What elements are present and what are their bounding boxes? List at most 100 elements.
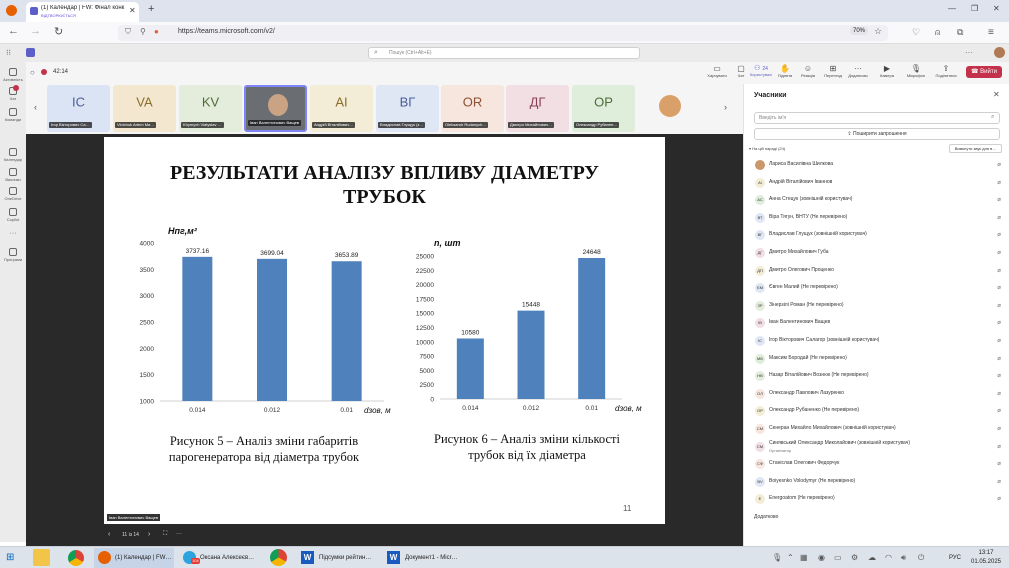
tray-apps-icon[interactable]: ▦ xyxy=(800,548,808,568)
firefox-icon[interactable] xyxy=(6,5,17,16)
taskbar-firefox[interactable]: (1) Календар | FW… xyxy=(94,548,174,568)
taskbar-telegram[interactable]: 104 Оксана Алексеєв… xyxy=(179,548,259,568)
more-options-icon[interactable]: ··· xyxy=(965,48,973,57)
chrome-alt-icon[interactable] xyxy=(270,549,287,566)
participant-row[interactable]: СМ Сенеран Михайло Михайлович (зовнішній … xyxy=(752,421,1007,438)
onedrive-tray-icon[interactable]: ☁ xyxy=(868,548,876,568)
chrome-icon[interactable] xyxy=(68,550,84,566)
rail-activity[interactable]: Активність xyxy=(0,68,26,82)
pocket-icon[interactable]: ♡ xyxy=(912,27,920,38)
leave-button[interactable]: ☎ Вийти xyxy=(966,66,1002,78)
participant-tile[interactable]: VA Vinichuk Artem Ma… xyxy=(113,85,176,132)
battery-icon[interactable]: ▭ xyxy=(834,548,842,568)
rail-onedrive[interactable]: OneDrive xyxy=(0,187,26,201)
mic-muted-icon[interactable]: ⌀ xyxy=(997,179,1001,186)
toolbar-people[interactable]: ⚇ 24 Користувачі xyxy=(748,64,774,77)
participant-row[interactable]: ДП Дмитро Олегович Проценко ⌀ xyxy=(752,263,1007,280)
mute-all-button[interactable]: Вимкнути звук для в… xyxy=(949,144,1002,153)
participant-row[interactable]: ОР Олександр Рубаненко (Не перевірено) ⌀ xyxy=(752,403,1007,420)
extensions-icon[interactable]: ⧉ xyxy=(957,27,963,38)
mic-muted-icon[interactable]: ⌀ xyxy=(997,267,1001,274)
microphone-indicator-icon[interactable]: ● xyxy=(154,27,159,36)
toolbar-camera[interactable]: ▶ Камера xyxy=(877,64,897,78)
rail-more-icon[interactable]: ··· xyxy=(0,230,26,237)
tray-misc-icon[interactable]: ⚙ xyxy=(851,548,858,568)
toolbar-left-share[interactable]: ▭ Харчувати xyxy=(707,64,727,78)
more-slide-options-icon[interactable]: ··· xyxy=(176,531,182,537)
mic-muted-icon[interactable]: ⌀ xyxy=(997,425,1001,432)
participant-row[interactable]: Лариса Василівна Шилкова ⌀ xyxy=(752,157,1007,174)
taskbar-word2[interactable]: W Документ1 - Micr… xyxy=(384,548,464,568)
participant-row[interactable]: ДГ Дмитро Михайлович Губа ⌀ xyxy=(752,245,1007,262)
participant-row[interactable]: E Energoatom (Не перевірено) ⌀ xyxy=(752,491,1007,508)
toolbar-react[interactable]: ☺ Реакція xyxy=(797,64,819,78)
participant-row[interactable]: ОЛ Олександр Павлович Лазуренко ⌀ xyxy=(752,386,1007,403)
mic-tray-icon[interactable]: 🎙︎ xyxy=(772,548,782,568)
participant-row[interactable]: АС Анна Стецук (зовнішній користувач) ⌀ xyxy=(752,192,1007,209)
zoom-level[interactable]: 70% xyxy=(850,27,869,35)
permissions-icon[interactable]: ⚲ xyxy=(140,27,146,36)
mic-muted-icon[interactable]: ⌀ xyxy=(997,443,1001,450)
taskbar-word1[interactable]: W Підсумки рейтин… xyxy=(298,548,380,568)
participant-row[interactable]: BV Boiyesnko Volodymyr (Не перевірено) ⌀ xyxy=(752,474,1007,491)
reload-icon[interactable]: ↻ xyxy=(54,25,63,38)
rail-copilot[interactable]: Copilot xyxy=(0,208,26,222)
language-indicator[interactable]: РУС xyxy=(949,548,961,568)
account-icon[interactable]: ⍝ xyxy=(935,27,940,38)
back-icon[interactable]: ← xyxy=(8,25,19,37)
search-input[interactable]: ⌕ Пошук (Ctrl+Alt+E) xyxy=(368,47,640,59)
participant-tile[interactable]: ІС Ігор Вікторович Са… xyxy=(47,85,110,132)
participant-row[interactable]: ІС Ігор Вікторович Салагор (зовнішній кор… xyxy=(752,333,1007,350)
toolbar-mic[interactable]: 🎙︎ Мікрофон xyxy=(905,64,927,78)
participant-tile[interactable]: ДГ Дмитро Михайлович… xyxy=(506,85,569,132)
mic-muted-icon[interactable]: ⌀ xyxy=(997,302,1001,309)
rail-calls[interactable]: Виклики xyxy=(0,168,26,182)
mic-muted-icon[interactable]: ⌀ xyxy=(997,337,1001,344)
share-invite-button[interactable]: ⇪ Поширити запрошення xyxy=(754,128,1000,140)
participant-tile[interactable] xyxy=(639,85,702,132)
rail-calendar[interactable]: Календар xyxy=(0,148,26,162)
participant-row[interactable]: ІВ Іван Валентинович Ващев ⌀ xyxy=(752,315,1007,332)
mic-muted-icon[interactable]: ⌀ xyxy=(997,231,1001,238)
mic-muted-icon[interactable]: ⌀ xyxy=(997,319,1001,326)
participant-row[interactable]: СМ Синявський Олександр Миколайович (зовн… xyxy=(752,439,1007,456)
apps-grid-icon[interactable]: ⁝⁝ xyxy=(6,48,11,57)
address-bar[interactable]: ⛉ ⚲ ● https://teams.microsoft.com/v2/ 70… xyxy=(118,25,888,41)
participant-tile[interactable]: KV Khymych Viatyslav … xyxy=(179,85,242,132)
user-avatar[interactable] xyxy=(994,47,1005,58)
tray-chevron-icon[interactable]: ⌃ xyxy=(787,548,794,568)
mic-muted-icon[interactable]: ⌀ xyxy=(997,284,1001,291)
toolbar-share[interactable]: ⇪ Поділитися xyxy=(933,64,959,78)
participant-tile[interactable]: OP Олександр Рубанен… xyxy=(572,85,635,132)
participant-row[interactable]: СФ Станіслав Олегович Федорчук ⌀ xyxy=(752,456,1007,473)
participant-row[interactable]: НВ Назар Віталійович Вознюк (Не перевірен… xyxy=(752,368,1007,385)
mic-muted-icon[interactable]: ⌀ xyxy=(997,407,1001,414)
mic-muted-icon[interactable]: ⌀ xyxy=(997,355,1001,362)
rail-apps[interactable]: Програми xyxy=(0,248,26,262)
scroll-right-icon[interactable]: › xyxy=(724,102,727,112)
scroll-left-icon[interactable]: ‹ xyxy=(34,102,37,112)
participant-row[interactable]: ВГ Владислав Глущук (зовнішній користувач… xyxy=(752,227,1007,244)
participant-row[interactable]: AI Андрій Віталійович Іваннов ⌀ xyxy=(752,175,1007,192)
mic-muted-icon[interactable]: ⌀ xyxy=(997,495,1001,502)
in-meeting-header[interactable]: ▾ На цій нараді (24) xyxy=(749,146,785,151)
close-window-icon[interactable]: ✕ xyxy=(993,4,1000,13)
maximize-icon[interactable]: ❐ xyxy=(971,4,978,13)
mic-muted-icon[interactable]: ⌀ xyxy=(997,372,1001,379)
participant-tile[interactable]: OR Oleksandr Rudanych… xyxy=(441,85,504,132)
next-slide-icon[interactable]: › xyxy=(148,531,150,538)
minimize-icon[interactable]: — xyxy=(948,4,956,13)
participant-tile[interactable]: ВГ Владислав Глущук (з… xyxy=(376,85,439,132)
toolbar-view[interactable]: ⊞ Перегляд xyxy=(821,64,845,78)
close-panel-icon[interactable]: ✕ xyxy=(993,90,1000,99)
mic-muted-icon[interactable]: ⌀ xyxy=(997,214,1001,221)
participant-row[interactable]: ВТ Віра Тягун, ВНТУ (Не перевірено) ⌀ xyxy=(752,210,1007,227)
mic-muted-icon[interactable]: ⌀ xyxy=(997,460,1001,467)
volume-icon[interactable]: 🔊︎ xyxy=(901,548,906,568)
close-tab-icon[interactable]: ✕ xyxy=(129,6,136,15)
invite-input[interactable]: Введіть ім'я ⌕ xyxy=(754,112,1000,124)
toolbar-more[interactable]: ··· Додатково xyxy=(845,64,871,78)
participant-row[interactable]: ЗР Зінерзілі Роман (Не перевірено) ⌀ xyxy=(752,298,1007,315)
participant-row[interactable]: МБ Максим Бородай (Не перевірено) ⌀ xyxy=(752,351,1007,368)
presenter-view-icon[interactable]: ⛶ xyxy=(163,531,167,538)
